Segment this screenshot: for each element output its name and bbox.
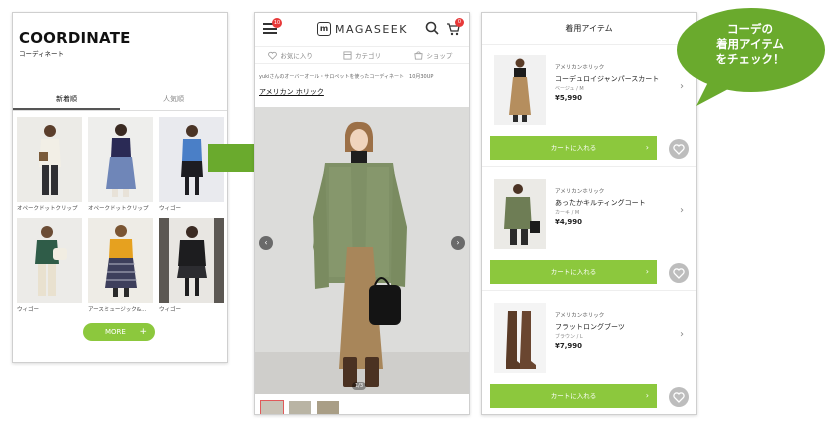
tab-popular[interactable]: 人気順 [120,89,227,110]
cart-button-label: カートに入れる [550,392,597,400]
product-price: ¥5,990 [555,94,583,102]
screen: COORDINATE コーディネート 新着順 人気順 オペークドットクリップ オ… [0,0,840,441]
plus-icon: + [139,327,147,337]
page-subtitle: コーディネート [19,50,65,58]
product-image [494,303,546,373]
photo-thumbnail[interactable] [289,401,311,414]
photo-thumbnail[interactable] [260,400,284,414]
callout-text: コーデの 着用アイテム をチェック！ [686,22,814,67]
category-icon [343,50,352,60]
product-name: フラットロングブーツ [555,323,625,331]
favorite-heart-icon[interactable] [669,387,689,407]
coordinate-photo [88,218,153,303]
coordinate-card[interactable]: アースミュージック&... [88,218,153,313]
add-to-cart-button[interactable]: カートに入れる › [490,384,657,408]
add-to-cart-button[interactable]: カートに入れる › [490,136,657,160]
logo-text: MAGASEEK [335,22,408,36]
list-item[interactable]: アメリカンホリック フラットロングブーツ ブラウン / L ¥7,990 › カ… [482,297,696,414]
coordinate-card[interactable]: ウィゴー [17,218,82,313]
cart-badge: 0 [455,18,464,27]
chevron-right-icon: › [645,267,649,276]
prev-photo-button[interactable]: ‹ [259,236,273,250]
product-brand: アメリカンホリック [555,189,605,195]
product-color-size: ブラウン / L [555,334,583,340]
page-title: COORDINATE [19,29,131,47]
breadcrumb: yukiさんのオーバーオール・サロペットを使ったコーディネート 10月30UP [259,74,434,80]
favorite-heart-icon[interactable] [669,139,689,159]
top-nav: お気に入り カテゴリ ショップ [255,46,469,64]
coordinate-caption: ウィゴー [17,307,40,313]
heart-icon [268,51,278,60]
product-color-size: カーキ / M [555,210,580,216]
coordinate-card[interactable]: オペークドットクリップ [88,117,153,212]
nav-shop[interactable]: ショップ [398,47,469,63]
search-icon[interactable] [425,21,439,35]
product-image [494,55,546,125]
app-logo[interactable]: m MAGASEEK [317,21,408,37]
coordinate-photo [88,117,153,202]
coordinate-photo [17,218,82,303]
product-brand: アメリカンホリック [555,313,605,319]
photo-thumbnails [260,400,339,414]
photo-thumbnail[interactable] [317,401,339,414]
photo-pager: 1/3 [352,382,367,390]
coordinate-photo [159,218,224,303]
product-brand: アメリカンホリック [555,65,605,71]
chevron-right-icon: › [645,143,649,152]
next-photo-button[interactable]: › [451,236,465,250]
callout-line: をチェック！ [715,52,785,66]
product-name: あったかキルティングコート [555,199,646,207]
nav-category-label: カテゴリ [354,52,381,60]
nav-shop-label: ショップ [426,52,453,60]
sort-tabs: 新着順 人気順 [13,89,227,111]
product-price: ¥7,990 [555,342,583,350]
brand-link[interactable]: アメリカン ホリック [259,87,324,97]
coordinate-card[interactable]: ウィゴー [159,218,224,313]
coordinate-caption: オペークドットクリップ [88,206,149,212]
shop-icon [414,51,423,60]
worn-items-screen: 着用アイテム アメリカンホリック コーデュロイジャンパースカート ベージュ / … [481,12,697,415]
list-item[interactable]: アメリカンホリック あったかキルティングコート カーキ / M ¥4,990 ›… [482,173,696,291]
logo-mark: m [317,22,331,36]
coordinate-caption: ウィゴー [159,307,182,313]
product-image [494,179,546,249]
coordinate-main-photo[interactable] [255,107,469,394]
cart-button-label: カートに入れる [550,268,597,276]
callout-line: コーデの [727,22,773,36]
add-to-cart-button[interactable]: カートに入れる › [490,260,657,284]
page-title: 着用アイテム [482,13,696,45]
chevron-right-icon: › [645,391,649,400]
nav-favorites[interactable]: お気に入り [255,47,326,63]
product-price: ¥4,990 [555,218,583,226]
more-label: MORE [105,328,126,336]
coordinate-detail-screen: 10 m MAGASEEK 0 お気に入り カテゴリ ショップ yukiさんのオ… [254,12,470,415]
tab-newest[interactable]: 新着順 [13,89,120,110]
coordinate-caption: アースミュージック&... [88,307,147,313]
chevron-right-icon: › [680,205,684,216]
app-header: 10 m MAGASEEK 0 [255,13,469,45]
coordinate-caption: ウィゴー [159,206,182,212]
product-color-size: ベージュ / M [555,86,584,92]
coordinate-caption: オペークドットクリップ [17,206,78,212]
coordinate-photo [17,117,82,202]
list-item[interactable]: アメリカンホリック コーデュロイジャンパースカート ベージュ / M ¥5,99… [482,49,696,167]
chevron-right-icon: › [680,329,684,340]
more-button[interactable]: MORE + [83,323,155,341]
favorite-heart-icon[interactable] [669,263,689,283]
nav-favorites-label: お気に入り [280,52,313,60]
cart-button-label: カートに入れる [550,144,597,152]
notification-badge: 10 [272,18,282,28]
coordinate-list-screen: COORDINATE コーディネート 新着順 人気順 オペークドットクリップ オ… [12,12,228,363]
product-name: コーデュロイジャンパースカート [555,75,660,83]
coordinate-card[interactable]: オペークドットクリップ [17,117,82,212]
callout-line: 着用アイテム [716,37,784,51]
nav-category[interactable]: カテゴリ [326,47,397,63]
